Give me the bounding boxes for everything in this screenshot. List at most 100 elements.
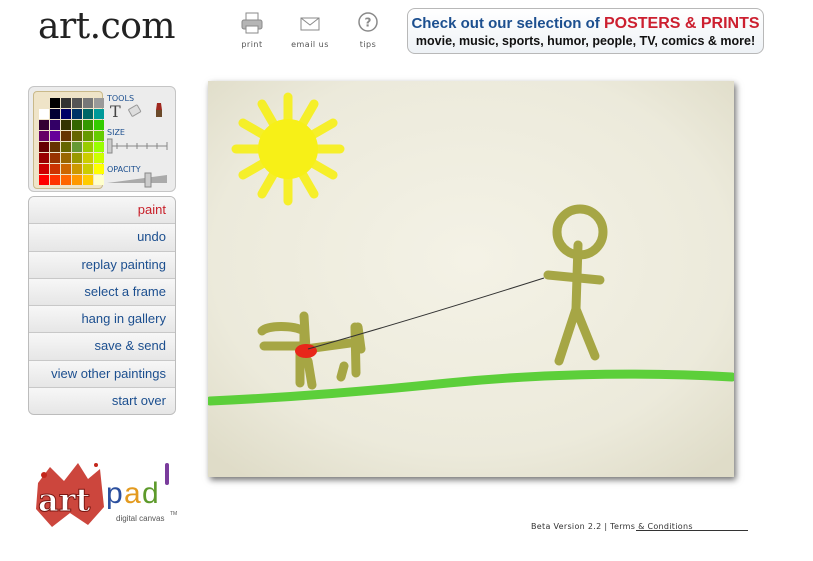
top-toolbar: print email us ? tips (232, 10, 388, 49)
text-tool[interactable]: T (109, 102, 121, 123)
color-palette (33, 91, 104, 189)
menu-item-replay-painting[interactable]: replay painting (29, 251, 175, 279)
eraser-tool[interactable] (127, 103, 145, 123)
printer-icon (241, 12, 263, 34)
promo-prefix: Check out our selection of (411, 15, 600, 32)
color-swatch[interactable] (94, 164, 104, 174)
promo-line-1: Check out our selection of POSTERS & PRI… (408, 15, 763, 33)
question-icon: ? (358, 12, 378, 32)
tips-button[interactable]: ? tips (348, 10, 388, 49)
color-swatch[interactable] (83, 120, 93, 130)
color-swatch[interactable] (83, 153, 93, 163)
color-swatch[interactable] (50, 175, 60, 185)
color-swatch[interactable] (39, 120, 49, 130)
color-swatch[interactable] (83, 109, 93, 119)
color-swatch[interactable] (94, 131, 104, 141)
color-swatch[interactable] (94, 153, 104, 163)
color-swatch[interactable] (72, 164, 82, 174)
color-swatch[interactable] (39, 175, 49, 185)
artpad-pad-text: p (106, 477, 123, 510)
artpad-art-text: art (38, 481, 91, 519)
brush-tool[interactable] (153, 101, 165, 123)
promo-highlight: POSTERS & PRINTS (603, 15, 760, 32)
art-com-logo[interactable]: art.com (38, 6, 176, 47)
color-grid (39, 98, 104, 185)
color-swatch[interactable] (94, 142, 104, 152)
color-swatch[interactable] (94, 109, 104, 119)
color-swatch[interactable] (50, 120, 60, 130)
tips-label: tips (359, 40, 377, 49)
artpad-tagline: digital canvas (116, 514, 164, 523)
color-swatch[interactable] (94, 175, 104, 185)
color-swatch[interactable] (61, 164, 71, 174)
print-button[interactable]: print (232, 10, 272, 49)
color-swatch[interactable] (39, 164, 49, 174)
color-swatch[interactable] (72, 153, 82, 163)
color-swatch[interactable] (83, 98, 93, 108)
color-swatch[interactable] (83, 142, 93, 152)
footer: Beta Version 2.2 | Terms & Conditions (531, 522, 748, 531)
footer-separator: | (604, 522, 608, 531)
posters-prints-banner[interactable]: Check out our selection of POSTERS & PRI… (407, 8, 764, 54)
promo-line-2: movie, music, sports, humor, people, TV,… (415, 34, 756, 48)
color-swatch[interactable] (61, 142, 71, 152)
color-swatch[interactable] (83, 164, 93, 174)
terms-underline (635, 530, 748, 531)
text-tool-icon: T (110, 102, 121, 121)
menu-item-select-a-frame[interactable]: select a frame (29, 278, 175, 307)
size-label: SIZE (107, 128, 125, 137)
brush-icon (156, 103, 162, 117)
color-swatch[interactable] (83, 175, 93, 185)
color-swatch[interactable] (50, 142, 60, 152)
tools-label: TOOLS (107, 94, 135, 103)
email-us-label: email us (291, 40, 329, 49)
menu-item-start-over[interactable]: start over (29, 388, 175, 415)
menu-item-hang-in-gallery[interactable]: hang in gallery (29, 306, 175, 334)
menu-item-paint[interactable]: paint (29, 197, 175, 225)
color-swatch[interactable] (50, 164, 60, 174)
size-slider[interactable] (106, 137, 169, 155)
svg-text:T: T (110, 103, 121, 119)
sun-core (258, 119, 318, 179)
envelope-icon (300, 17, 320, 31)
opacity-slider[interactable] (107, 171, 169, 189)
svg-text:?: ? (365, 16, 372, 30)
painting-canvas[interactable] (208, 81, 734, 477)
color-swatch[interactable] (72, 120, 82, 130)
size-slider-handle (106, 138, 113, 154)
color-swatch[interactable] (39, 153, 49, 163)
color-swatch[interactable] (72, 175, 82, 185)
color-swatch[interactable] (94, 98, 104, 108)
color-swatch[interactable] (50, 153, 60, 163)
dog-collar (295, 344, 317, 358)
color-swatch[interactable] (39, 142, 49, 152)
color-swatch[interactable] (83, 131, 93, 141)
color-swatch[interactable] (61, 131, 71, 141)
color-swatch[interactable] (50, 98, 60, 108)
color-swatch[interactable] (61, 175, 71, 185)
color-swatch[interactable] (72, 131, 82, 141)
email-us-button[interactable]: email us (290, 10, 330, 49)
color-swatch[interactable] (50, 109, 60, 119)
artpad-logo[interactable]: art p a d digital canvas TM (30, 455, 180, 537)
color-swatch[interactable] (50, 131, 60, 141)
version-text: Beta Version 2.2 (531, 522, 602, 531)
color-swatch[interactable] (94, 120, 104, 130)
opacity-slider-handle (144, 172, 152, 188)
color-swatch[interactable] (61, 120, 71, 130)
color-swatch[interactable] (61, 153, 71, 163)
menu-item-undo[interactable]: undo (29, 224, 175, 252)
color-swatch[interactable] (39, 131, 49, 141)
color-swatch[interactable] (61, 98, 71, 108)
color-swatch[interactable] (61, 109, 71, 119)
menu-item-view-other-paintings[interactable]: view other paintings (29, 360, 175, 389)
color-swatch[interactable] (39, 109, 49, 119)
color-swatch[interactable] (72, 142, 82, 152)
palette-panel: TOOLS T SIZE OPACITY (28, 86, 176, 192)
color-swatch[interactable] (72, 109, 82, 119)
artpad-tm: TM (170, 511, 177, 517)
menu-item-save-send[interactable]: save & send (29, 333, 175, 361)
color-swatch[interactable] (72, 98, 82, 108)
svg-text:d: d (142, 477, 159, 510)
action-menu: paint undo replay painting select a frame ha… (28, 196, 176, 416)
